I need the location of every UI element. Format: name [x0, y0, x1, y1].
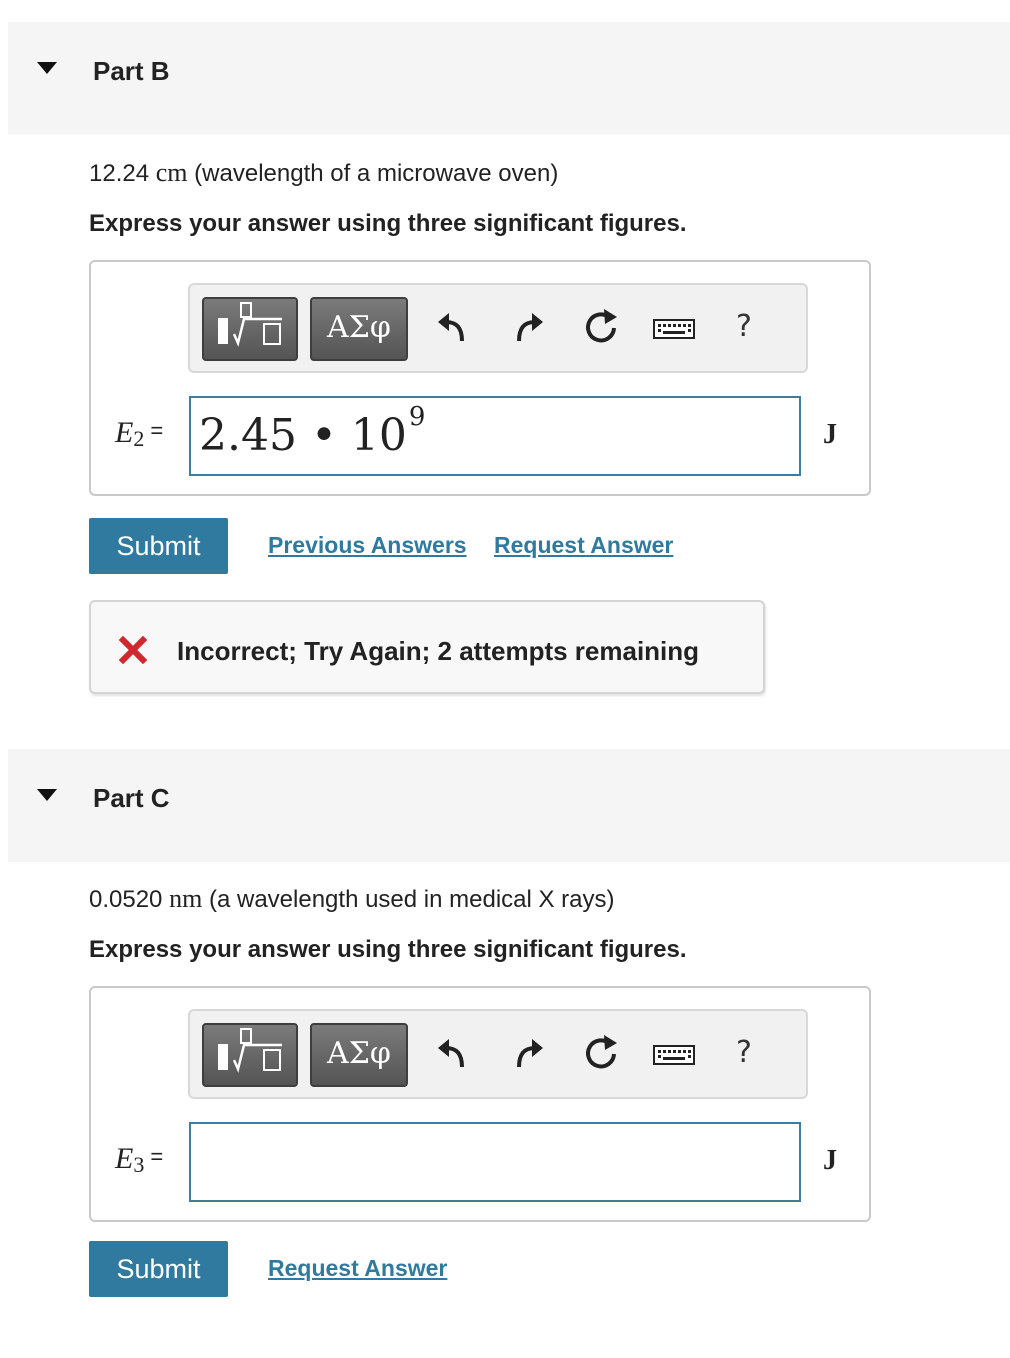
- math-toolbar: ΑΣφ ?: [188, 1009, 808, 1099]
- undo-icon[interactable]: [432, 305, 474, 351]
- part-b-prompt: 12.24 cm (wavelength of a microwave oven…: [89, 158, 558, 188]
- prompt-value: 12.24: [89, 160, 150, 187]
- request-answer-link[interactable]: Request Answer: [494, 532, 673, 559]
- feedback-message: Incorrect; Try Again; 2 attempts remaini…: [177, 636, 700, 666]
- part-c-header[interactable]: Part C: [8, 749, 1010, 862]
- unit-label: J: [823, 419, 837, 450]
- part-b-title: Part B: [93, 56, 170, 86]
- reset-icon[interactable]: [580, 1031, 622, 1077]
- collapse-triangle-icon[interactable]: [37, 62, 57, 74]
- redo-icon[interactable]: [507, 1031, 549, 1077]
- prompt-description: (wavelength of a microwave oven): [194, 160, 559, 187]
- part-b-header[interactable]: Part B: [8, 22, 1010, 135]
- variable-label: E2 =: [115, 416, 163, 452]
- help-icon[interactable]: ?: [736, 1035, 752, 1070]
- feedback-box: Incorrect; Try Again; 2 attempts remaini…: [89, 600, 765, 694]
- prompt-value: 0.0520: [89, 886, 163, 913]
- answer-mantissa: 2.45 • 10: [199, 410, 407, 461]
- variable-label: E3 =: [115, 1142, 163, 1178]
- part-c-prompt: 0.0520 nm (a wavelength used in medical …: [89, 884, 615, 914]
- keyboard-icon[interactable]: [652, 305, 696, 351]
- submit-button[interactable]: Submit: [89, 1241, 228, 1297]
- undo-icon[interactable]: [432, 1031, 474, 1077]
- part-b-answer-box: ΑΣφ ? E2 = 2.45 • 109 J: [89, 260, 871, 496]
- part-c-title: Part C: [93, 783, 170, 813]
- templates-button[interactable]: [202, 1023, 298, 1087]
- greek-symbols-button[interactable]: ΑΣφ: [310, 1023, 408, 1087]
- templates-button[interactable]: [202, 297, 298, 361]
- variable-symbol: E: [115, 1142, 134, 1175]
- template-icon: [218, 302, 282, 347]
- prompt-unit: nm: [169, 884, 203, 913]
- answer-exponent: 9: [408, 402, 426, 432]
- math-toolbar: ΑΣφ ?: [188, 283, 808, 373]
- template-icon: [218, 1028, 282, 1073]
- incorrect-x-icon: [119, 636, 147, 664]
- keyboard-icon[interactable]: [652, 1031, 696, 1077]
- answer-input[interactable]: [189, 1122, 801, 1202]
- variable-symbol: E: [115, 416, 134, 449]
- equals-sign: =: [150, 418, 164, 443]
- answer-input[interactable]: 2.45 • 109: [189, 396, 801, 476]
- request-answer-link[interactable]: Request Answer: [268, 1255, 447, 1282]
- greek-symbols-button[interactable]: ΑΣφ: [310, 297, 408, 361]
- part-b-instruction: Express your answer using three signific…: [89, 210, 687, 237]
- part-c-answer-box: ΑΣφ ? E3 = J: [89, 986, 871, 1222]
- reset-icon[interactable]: [580, 305, 622, 351]
- prompt-unit: cm: [155, 158, 188, 187]
- part-c-instruction: Express your answer using three signific…: [89, 936, 687, 963]
- prompt-description: (a wavelength used in medical X rays): [208, 886, 615, 913]
- help-icon[interactable]: ?: [736, 309, 752, 344]
- answer-value: 2.45 • 109: [199, 402, 425, 461]
- submit-button[interactable]: Submit: [89, 518, 228, 574]
- collapse-triangle-icon[interactable]: [37, 789, 57, 801]
- variable-subscript: 2: [133, 426, 145, 451]
- redo-icon[interactable]: [507, 305, 549, 351]
- unit-label: J: [823, 1145, 837, 1176]
- equals-sign: =: [150, 1144, 164, 1169]
- variable-subscript: 3: [133, 1152, 145, 1177]
- previous-answers-link[interactable]: Previous Answers: [268, 532, 467, 559]
